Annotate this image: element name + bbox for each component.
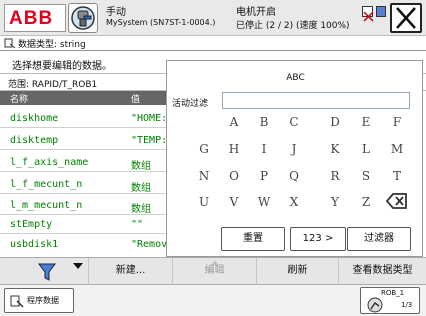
column-header-name: 名称	[10, 95, 29, 105]
key-r[interactable]: R	[323, 165, 347, 189]
table-row-name[interactable]: usbdisk1	[10, 239, 58, 250]
table-row-name[interactable]: l_m_mecunt_n	[10, 200, 82, 211]
key-l[interactable]: L	[354, 138, 378, 162]
key-b[interactable]: B	[252, 111, 276, 135]
taskbar: 程序数据 ROB_1 1/3	[0, 285, 426, 316]
row-divider	[0, 214, 166, 215]
filter-input[interactable]	[222, 92, 410, 109]
robot-sub-label: 1/3	[401, 301, 413, 309]
key-y[interactable]: Y	[323, 191, 347, 215]
numeric-mode-button[interactable]: 123 >	[290, 227, 346, 251]
mode-text: 手动	[106, 7, 126, 18]
close-icon	[396, 7, 416, 29]
key-i[interactable]: I	[252, 138, 276, 162]
key-d[interactable]: D	[323, 111, 347, 135]
table-row-value[interactable]: "HOME:	[131, 113, 167, 124]
row-divider	[0, 127, 166, 128]
new-button[interactable]: 新建...	[88, 258, 172, 286]
key-o[interactable]: O	[222, 165, 246, 189]
filter-button[interactable]: 过滤器	[347, 227, 411, 251]
table-row-value[interactable]: "TEMP:	[131, 135, 167, 146]
key-x[interactable]: X	[282, 191, 306, 215]
table-row-value[interactable]: 数组	[131, 179, 151, 194]
scope-text: 范围: RAPID/T_ROB1	[8, 80, 98, 90]
table-row-value[interactable]: ""	[131, 219, 143, 230]
row-divider	[0, 171, 166, 172]
key-u[interactable]: U	[192, 191, 216, 215]
instruction-text: 选择想要编辑的数据。	[12, 61, 112, 72]
table-row-name[interactable]: disktemp	[10, 135, 58, 146]
table-row-name[interactable]: l_f_axis_name	[10, 157, 88, 168]
key-j[interactable]: J	[282, 138, 306, 162]
table-header: 名称 值	[0, 91, 166, 105]
program-data-label: 程序数据	[27, 296, 59, 305]
filter-keyboard-panel: ABC 活动过滤 A B C D E F G H I J K L M N O P…	[166, 60, 423, 257]
system-name: MySystem (SN7ST-1-0004.)	[106, 18, 216, 27]
abb-logo: ABB	[9, 8, 54, 29]
row-divider	[0, 233, 166, 234]
row-divider	[0, 149, 166, 150]
command-bar: 新建... 编辑 刷新 查看数据类型	[0, 257, 426, 286]
key-z[interactable]: Z	[354, 191, 378, 215]
key-q[interactable]: Q	[282, 165, 306, 189]
backspace-icon	[385, 193, 407, 209]
table-row-value[interactable]: 数组	[131, 157, 151, 172]
triangle-down-icon	[73, 263, 83, 269]
funnel-icon	[38, 263, 56, 281]
robot-arm-icon	[367, 297, 383, 313]
robot-label: ROB_1	[381, 289, 405, 297]
program-state: 已停止 (2 / 2) (速度 100%)	[236, 21, 350, 31]
key-g[interactable]: G	[192, 138, 216, 162]
data-type-header: 数据类型: string	[0, 36, 426, 50]
view-data-type-button[interactable]: 查看数据类型	[338, 258, 426, 286]
program-data-tab[interactable]: 程序数据	[4, 288, 74, 313]
key-n[interactable]: N	[192, 165, 216, 189]
row-divider	[0, 193, 166, 194]
key-a[interactable]: A	[222, 111, 246, 135]
divider	[0, 50, 426, 51]
reset-button[interactable]: 重置	[221, 227, 285, 251]
table-row-name[interactable]: stEmpty	[10, 219, 52, 230]
data-type-icon	[4, 38, 16, 49]
status-info-icon	[376, 6, 386, 17]
key-h[interactable]: H	[222, 138, 246, 162]
program-data-icon	[10, 295, 24, 308]
edit-button[interactable]: 编辑	[172, 258, 256, 286]
robot-icon	[71, 6, 95, 30]
filter-label: 活动过滤	[172, 99, 209, 109]
data-type-label: 数据类型: string	[18, 40, 86, 50]
key-t[interactable]: T	[385, 165, 409, 189]
table-row-name[interactable]: l_f_mecunt_n	[10, 179, 82, 190]
key-m[interactable]: M	[385, 138, 409, 162]
backspace-key[interactable]	[385, 191, 409, 215]
column-header-value: 值	[131, 95, 141, 105]
table-row-value[interactable]: 数组	[131, 200, 151, 215]
key-c[interactable]: C	[282, 111, 306, 135]
motor-status: 电机开启	[236, 7, 276, 18]
quickset-button[interactable]	[68, 3, 98, 33]
table-row-name[interactable]: diskhome	[10, 113, 58, 124]
close-button[interactable]	[390, 3, 422, 33]
filter-toggle-button[interactable]	[0, 258, 88, 286]
key-w[interactable]: W	[252, 191, 276, 215]
robot-unit-button[interactable]: ROB_1 1/3	[360, 287, 420, 314]
edit-button-label: 编辑	[204, 265, 225, 276]
abb-menu-button[interactable]: ABB	[4, 4, 66, 32]
key-k[interactable]: K	[323, 138, 347, 162]
event-log-icon[interactable]	[362, 6, 374, 22]
key-f[interactable]: F	[385, 111, 409, 135]
key-v[interactable]: V	[222, 191, 246, 215]
key-s[interactable]: S	[354, 165, 378, 189]
top-status-bar: ABB 手动 MySystem (SN7ST-1-0004.) 电机开启 已停止…	[0, 0, 426, 36]
refresh-button[interactable]: 刷新	[256, 258, 338, 286]
triangle-up-icon	[211, 261, 219, 265]
key-p[interactable]: P	[252, 165, 276, 189]
keyboard-title: ABC	[286, 73, 305, 83]
key-e[interactable]: E	[354, 111, 378, 135]
